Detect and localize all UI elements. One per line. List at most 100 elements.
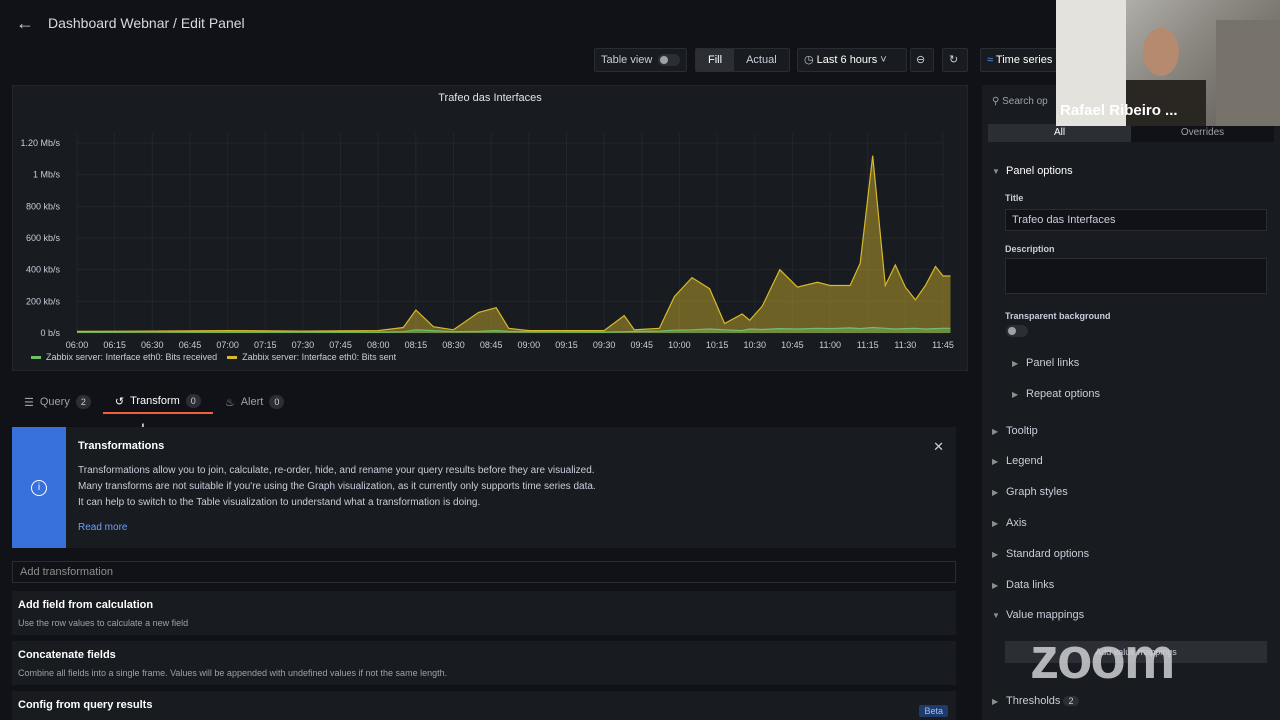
y-tick-label: 400 kb/s [26,265,61,275]
tab-count: 0 [185,394,201,408]
search-options-input[interactable]: ⚲ Search op [986,92,1066,112]
card-title: Config from query results [18,699,153,711]
chevron-right-icon: ▶ [992,581,999,590]
toggle-switch[interactable] [658,54,681,67]
tab-transform[interactable]: ↺ Transform 0 [102,390,213,414]
section-legend[interactable]: ▶ Legend [992,455,1043,467]
table-view-label: Table view [601,54,653,66]
info-bar: i [12,427,66,548]
section-label: Value mappings [1006,609,1085,621]
x-tick-label: 11:45 [932,340,954,350]
database-icon: ☰ [24,396,34,409]
info-icon: i [31,480,47,496]
zoom-out-button[interactable]: ⊖ [910,48,934,72]
chevron-right-icon: ▶ [992,550,999,559]
section-label: Legend [1006,455,1043,467]
x-tick-label: 08:45 [480,340,503,350]
x-tick-label: 07:00 [216,340,239,350]
info-line: Transformations allow you to join, calcu… [78,465,595,476]
tab-label: Transform [130,395,180,407]
all-tab[interactable]: All [988,124,1131,142]
section-label: Thresholds [1006,695,1061,707]
transformation-card[interactable]: Config from query results Beta [12,691,956,720]
zoom-logo: zoom [1030,626,1175,691]
legend-swatch [31,356,41,360]
chevron-down-icon: ▼ [992,611,1000,620]
section-standard-options[interactable]: ▶ Standard options [992,548,1089,560]
tab-count: 2 [75,395,91,409]
chevron-right-icon: ▶ [1012,390,1019,399]
chart-icon: ≈ [987,54,994,66]
chevron-right-icon: ▶ [992,457,999,466]
add-transformation-input[interactable]: Add transformation [12,561,956,583]
x-tick-label: 07:45 [329,340,352,350]
y-tick-label: 600 kb/s [26,233,61,243]
transformation-card[interactable]: Add field from calculation Use the row v… [12,591,956,635]
page-title: Dashboard Webnar / Edit Panel [48,15,245,31]
arrow-left-icon[interactable]: ← [16,13,36,33]
chevron-right-icon: ▶ [1012,359,1019,368]
beta-badge: Beta [919,705,948,717]
thresholds-count: 2 [1063,696,1079,706]
y-tick-label: 200 kb/s [26,296,61,306]
section-data-links[interactable]: ▶ Data links [992,579,1054,591]
tab-query[interactable]: ☰ Query 2 [12,390,103,414]
section-tooltip[interactable]: ▶ Tooltip [992,425,1038,437]
tab-alert[interactable]: ♨ Alert 0 [213,390,297,414]
y-tick-label: 1 Mb/s [33,170,61,180]
chevron-down-icon: ˅ [880,54,887,66]
section-label: Tooltip [1006,425,1038,437]
title-label: Title [1005,193,1024,203]
fill-actual-group: Fill Actual [695,48,790,72]
close-icon[interactable]: ✕ [933,439,944,455]
section-value-mappings[interactable]: ▼ Value mappings [992,609,1084,621]
chevron-right-icon: ▶ [992,697,999,706]
overrides-tab[interactable]: Overrides [1131,124,1274,142]
refresh-button[interactable]: ↻ [942,48,968,72]
fill-button[interactable]: Fill [696,49,735,71]
visualization-label: Time series [995,54,1053,66]
x-tick-label: 08:15 [405,340,428,350]
transformation-card[interactable]: Concatenate fields Combine all fields in… [12,641,956,685]
y-tick-label: 0 b/s [40,328,60,338]
time-range-picker[interactable]: ◷ Last 6 hours ˅ [797,48,907,72]
panel-options-header[interactable]: ▼ Panel options [992,165,1073,177]
info-line: Many transforms are not suitable if you'… [78,481,596,492]
x-tick-label: 11:30 [894,340,916,350]
table-view-toggle[interactable]: Table view [594,48,688,72]
y-tick-label: 800 kb/s [26,201,61,211]
description-textarea[interactable] [1005,258,1267,294]
info-text: Transformations allow you to join, calcu… [78,463,596,511]
x-tick-label: 09:30 [593,340,616,350]
x-tick-label: 10:15 [706,340,729,350]
section-label: Panel links [1026,357,1080,369]
transformations-info-box: i Transformations Transformations allow … [12,427,956,548]
tab-count: 0 [269,395,285,409]
section-thresholds[interactable]: ▶ Thresholds 2 [992,694,1079,708]
section-label: Repeat options [1026,388,1100,400]
section-label: Data links [1006,579,1055,591]
chevron-right-icon: ▶ [992,519,999,528]
legend-item-received[interactable]: Zabbix server: Interface eth0: Bits rece… [31,352,217,362]
section-graph-styles[interactable]: ▶ Graph styles [992,486,1068,498]
editor-tabs: ☰ Query 2 ↺ Transform 0 ♨ Alert 0 [12,390,296,414]
time-range-label: Last 6 hours [816,54,878,66]
info-title: Transformations [78,440,165,452]
card-title: Concatenate fields [18,649,116,661]
transparent-toggle[interactable] [1006,325,1028,337]
title-input[interactable] [1005,209,1267,231]
participant-name: Rafael Ribeiro ... [1060,102,1178,119]
time-series-chart: 0 b/s 200 kb/s 400 kb/s 600 kb/s 800 kb/s 1 M… [20,133,954,350]
panel-links-row[interactable]: ▶ Panel links [1012,357,1079,369]
read-more-link[interactable]: Read more [78,522,127,533]
description-label: Description [1005,244,1055,254]
x-tick-label: 08:00 [367,340,390,350]
legend-item-sent[interactable]: Zabbix server: Interface eth0: Bits sent [227,352,396,362]
refresh-icon: ↻ [949,54,959,66]
section-axis[interactable]: ▶ Axis [992,517,1027,529]
repeat-options-row[interactable]: ▶ Repeat options [1012,388,1100,400]
x-tick-label: 06:45 [179,340,202,350]
zoom-out-icon: ⊖ [916,54,926,66]
legend-swatch [227,356,238,360]
actual-button[interactable]: Actual [734,49,789,71]
